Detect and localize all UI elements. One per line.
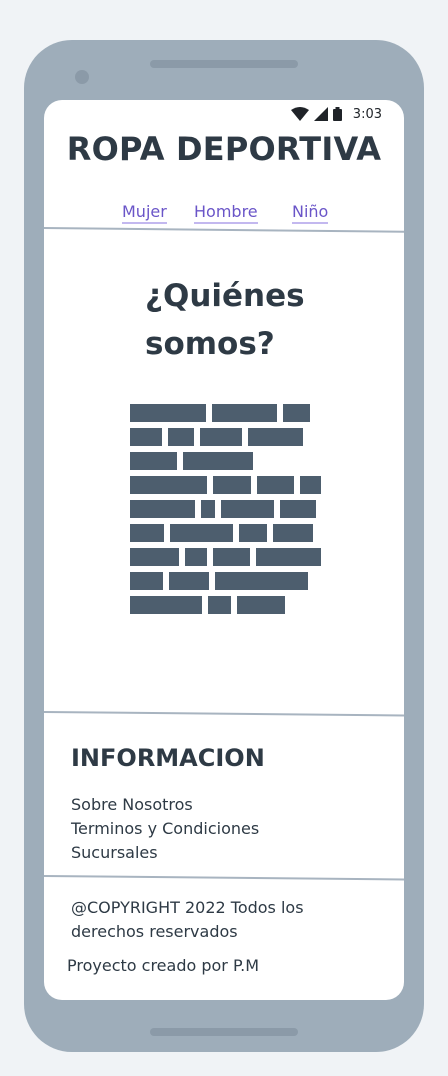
- brick-11: [257, 476, 294, 494]
- copyright-divider: [44, 875, 404, 881]
- speaker-grille: [150, 60, 298, 68]
- brick-27: [215, 572, 308, 590]
- brick-0: [130, 404, 206, 422]
- brick-28: [130, 596, 202, 614]
- brick-1: [212, 404, 277, 422]
- about-heading: ¿Quiénes somos?: [145, 278, 305, 362]
- home-bar: [150, 1028, 298, 1036]
- site-title: ROPA DEPORTIVA: [66, 130, 382, 168]
- brick-25: [130, 572, 163, 590]
- brick-9: [130, 476, 207, 494]
- wifi-icon: [290, 107, 309, 121]
- nav-link-nino[interactable]: Niño: [292, 202, 329, 224]
- brick-4: [168, 428, 194, 446]
- brick-26: [169, 572, 209, 590]
- brick-24: [256, 548, 321, 566]
- footer-divider: [44, 711, 404, 717]
- credit-text: Proyecto creado por P.M: [67, 956, 259, 975]
- status-bar: 3:03: [290, 106, 382, 122]
- brick-14: [201, 500, 215, 518]
- brick-12: [300, 476, 321, 494]
- brick-23: [213, 548, 250, 566]
- nav-link-hombre[interactable]: Hombre: [194, 202, 258, 224]
- link-sobre-nosotros[interactable]: Sobre Nosotros: [71, 793, 259, 817]
- brick-7: [130, 452, 177, 470]
- brick-2: [283, 404, 310, 422]
- brick-6: [248, 428, 303, 446]
- copyright-text: @COPYRIGHT 2022 Todos los derechos reser…: [71, 898, 304, 941]
- camera-icon: [75, 70, 89, 84]
- brick-20: [273, 524, 313, 542]
- signal-icon: [313, 107, 328, 121]
- brick-3: [130, 428, 162, 446]
- phone-frame: 3:03 ROPA DEPORTIVA Mujer Hombre Niño ¿Q…: [24, 40, 424, 1052]
- brick-8: [183, 452, 253, 470]
- brick-16: [280, 500, 316, 518]
- brick-21: [130, 548, 179, 566]
- brick-30: [237, 596, 285, 614]
- brick-29: [208, 596, 231, 614]
- info-heading: INFORMACION: [71, 744, 265, 772]
- info-links: Sobre Nosotros Terminos y Condiciones Su…: [71, 793, 259, 865]
- battery-icon: [332, 107, 342, 121]
- brick-10: [213, 476, 251, 494]
- link-sucursales[interactable]: Sucursales: [71, 841, 259, 865]
- link-terminos[interactable]: Terminos y Condiciones: [71, 817, 259, 841]
- brick-22: [185, 548, 207, 566]
- brick-5: [200, 428, 242, 446]
- brick-13: [130, 500, 195, 518]
- main-nav: Mujer Hombre Niño: [44, 202, 404, 226]
- header-divider: [44, 227, 404, 233]
- screen: 3:03 ROPA DEPORTIVA Mujer Hombre Niño ¿Q…: [44, 100, 404, 1000]
- brick-15: [221, 500, 274, 518]
- nav-link-mujer[interactable]: Mujer: [122, 202, 167, 224]
- clock: 3:03: [352, 106, 382, 122]
- brick-18: [170, 524, 233, 542]
- brick-17: [130, 524, 164, 542]
- brick-19: [239, 524, 267, 542]
